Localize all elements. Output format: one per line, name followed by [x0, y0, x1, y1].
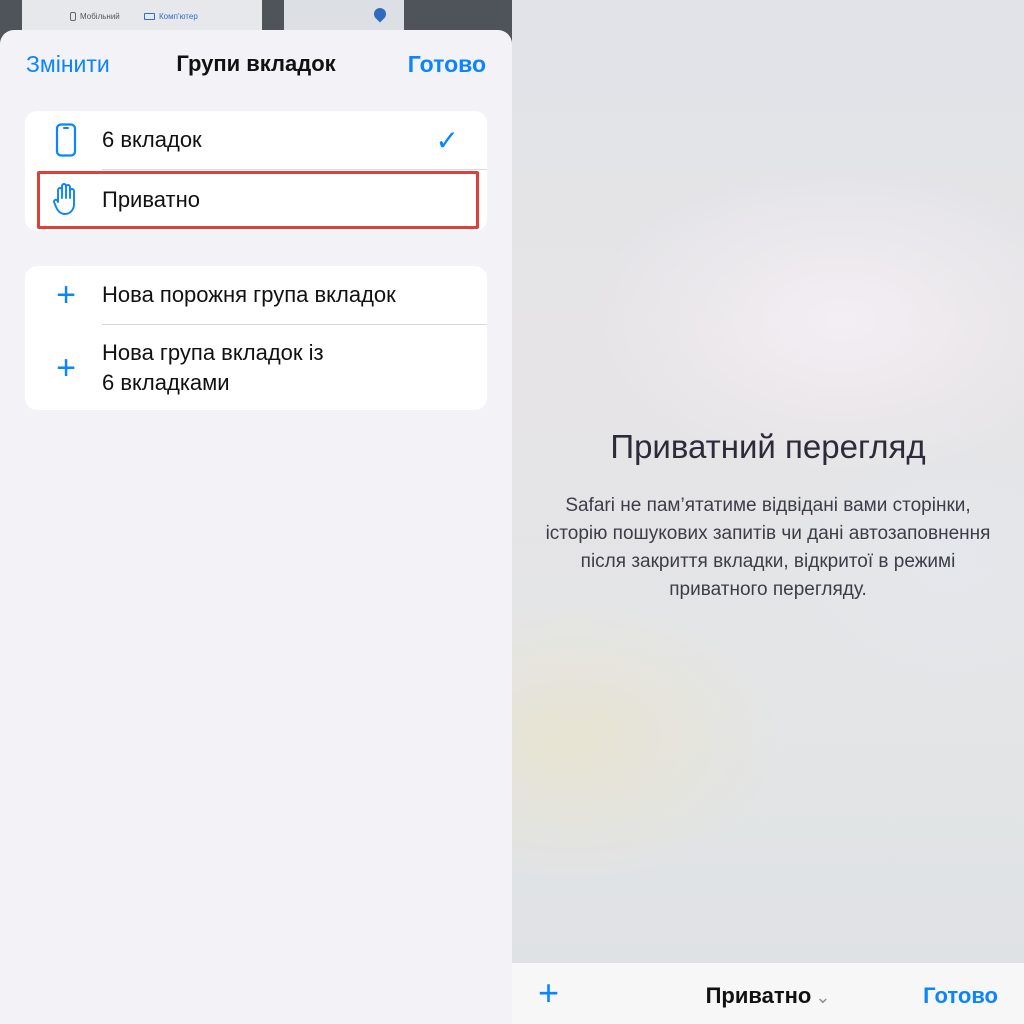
tab-groups-list: 6 вкладок ✓ Приватно [25, 111, 487, 231]
plus-icon: + [56, 276, 76, 314]
private-view-title: Приватний перегляд [610, 428, 926, 465]
plus-icon: + [56, 349, 76, 387]
thumbnail-tab-mobile: Мобільний [70, 12, 120, 21]
group-item-tabs[interactable]: 6 вкладок ✓ [25, 111, 487, 169]
phone-icon [70, 12, 76, 21]
divider [102, 169, 487, 170]
map-pin-icon [371, 5, 389, 23]
group-item-label: Приватно [102, 187, 200, 212]
done-button[interactable]: Готово [923, 983, 998, 1009]
hand-icon [51, 181, 81, 217]
sheet-nav-bar: Змінити Групи вкладок Готово [0, 30, 512, 96]
left-panel: Мобільний Комп'ютер Змінити Групи вкладо… [0, 0, 512, 1024]
new-empty-group-button[interactable]: + Нова порожня група вкладок [25, 266, 487, 324]
laptop-icon [144, 13, 155, 20]
checkmark-icon: ✓ [435, 125, 459, 156]
bottom-toolbar: + Приватно ⌄ Готово [512, 962, 1024, 1024]
new-group-from-tabs-label: Нова група вкладок із 6 вкладками [102, 340, 324, 395]
done-button[interactable]: Готово [408, 51, 486, 78]
new-empty-group-label: Нова порожня група вкладок [102, 282, 396, 307]
phone-icon [51, 122, 81, 158]
group-item-label: 6 вкладок [102, 127, 202, 152]
new-group-actions: + Нова порожня група вкладок + Нова груп… [25, 266, 487, 410]
chevron-down-icon: ⌄ [815, 987, 831, 1007]
thumbnail-tab-computer: Комп'ютер [144, 12, 198, 21]
new-group-from-tabs-button[interactable]: + Нова група вкладок із 6 вкладками [25, 325, 487, 410]
private-browsing-panel: Приватний перегляд Safari не пам’ятатиме… [512, 0, 1024, 1024]
group-item-private[interactable]: Приватно [25, 171, 487, 229]
private-view-description: Safari не пам’ятатиме відвідані вами сто… [545, 495, 991, 600]
tab-groups-sheet: Змінити Групи вкладок Готово 6 вкладок ✓ [0, 30, 512, 1024]
